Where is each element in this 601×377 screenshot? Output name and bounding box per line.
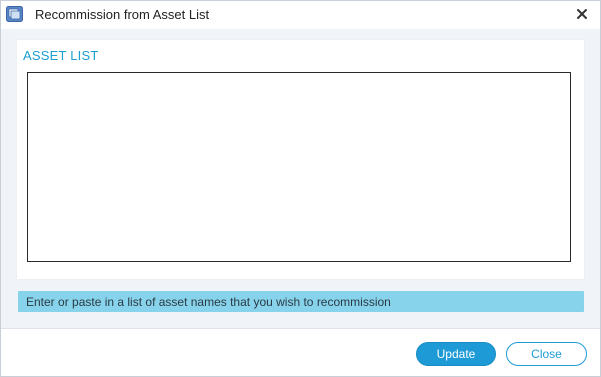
asset-list-input[interactable] (27, 72, 571, 262)
app-window-icon (6, 6, 23, 22)
hint-text: Enter or paste in a list of asset names … (26, 295, 391, 309)
asset-list-panel: ASSET LIST (17, 40, 584, 279)
recommission-dialog: Recommission from Asset List ASSET LIST … (0, 0, 601, 377)
close-icon[interactable] (573, 5, 591, 23)
hint-banner: Enter or paste in a list of asset names … (18, 291, 584, 312)
title-bar: Recommission from Asset List (1, 1, 600, 29)
update-button[interactable]: Update (416, 342, 496, 366)
close-button[interactable]: Close (506, 342, 587, 366)
dialog-footer: Update Close (1, 329, 600, 376)
asset-list-label: ASSET LIST (23, 48, 99, 63)
window-title: Recommission from Asset List (35, 7, 210, 22)
